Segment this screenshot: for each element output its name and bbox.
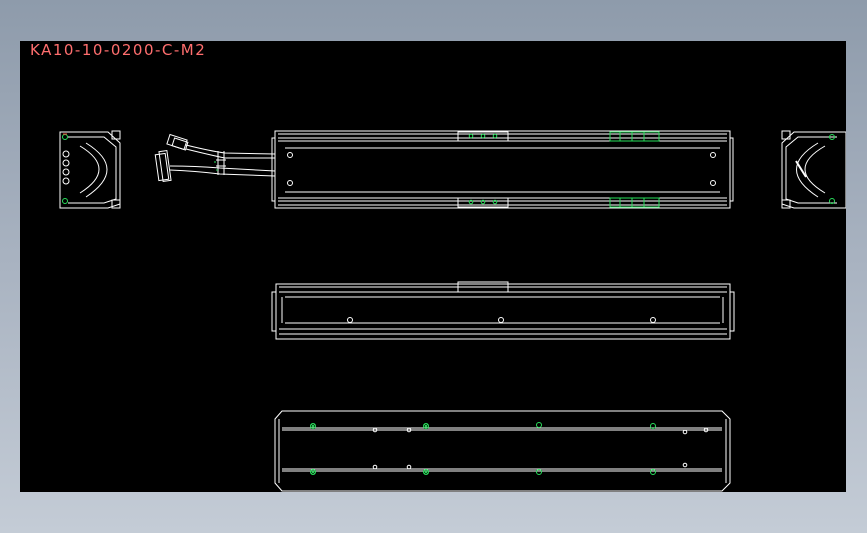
top-view <box>271 130 734 209</box>
right-end-view <box>781 130 846 209</box>
side-view <box>271 281 735 340</box>
bottom-view <box>274 410 731 492</box>
cad-drawing-viewport[interactable]: KA10-10-0200-C-M2 <box>20 41 846 492</box>
motor-cable-connectors <box>154 133 276 182</box>
top-view-green-slots <box>468 131 660 208</box>
left-end-view <box>59 130 121 209</box>
cad-drawing-canvas <box>59 130 846 492</box>
